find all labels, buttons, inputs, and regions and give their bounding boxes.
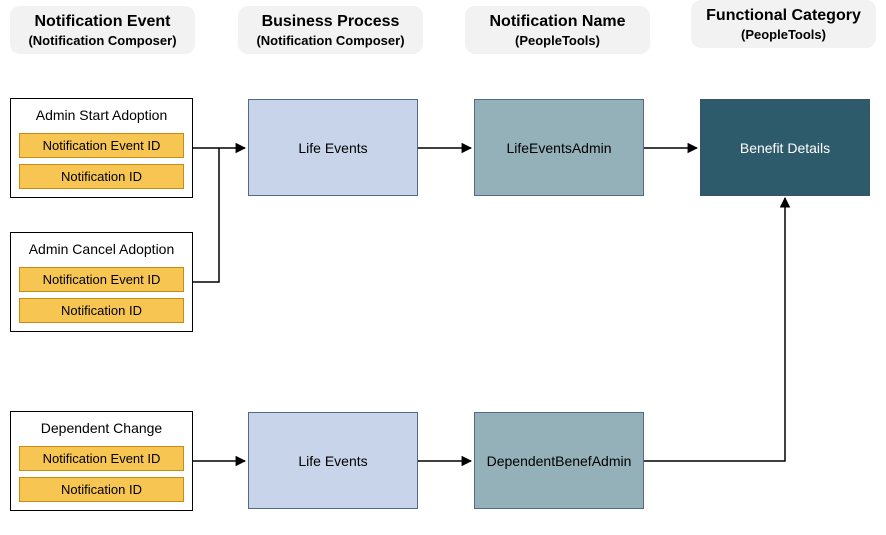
category-label: Benefit Details [740,140,830,156]
name-row2: DependentBenefAdmin [474,412,644,509]
header-event: Notification Event (Notification Compose… [10,6,195,54]
event-admin-cancel-eventid: Notification Event ID [19,267,184,292]
header-name: Notification Name (PeopleTools) [465,6,650,54]
name-row1: LifeEventsAdmin [474,99,644,196]
header-event-sub: (Notification Composer) [14,33,191,48]
event-admin-cancel-title: Admin Cancel Adoption [15,241,188,257]
event-dependent-eventid: Notification Event ID [19,446,184,471]
name-row1-label: LifeEventsAdmin [506,140,611,156]
header-category-sub: (PeopleTools) [695,27,872,42]
diagram-canvas: Notification Event (Notification Compose… [0,0,886,535]
event-admin-start-eventid: Notification Event ID [19,133,184,158]
event-admin-start: Admin Start Adoption Notification Event … [10,98,193,198]
category-block: Benefit Details [700,99,870,196]
header-process-sub: (Notification Composer) [242,33,419,48]
event-dependent-notifid: Notification ID [19,477,184,502]
header-process: Business Process (Notification Composer) [238,6,423,54]
event-dependent-title: Dependent Change [15,420,188,436]
event-dependent: Dependent Change Notification Event ID N… [10,411,193,511]
process-row2: Life Events [248,412,418,509]
header-event-title: Notification Event [14,12,191,31]
event-admin-cancel: Admin Cancel Adoption Notification Event… [10,232,193,332]
header-name-sub: (PeopleTools) [469,33,646,48]
header-category-title: Functional Category [695,6,872,25]
header-name-title: Notification Name [469,12,646,31]
header-category: Functional Category (PeopleTools) [691,0,876,48]
header-process-title: Business Process [242,12,419,31]
name-row2-label: DependentBenefAdmin [487,453,632,469]
process-row1-label: Life Events [298,140,367,156]
process-row1: Life Events [248,99,418,196]
process-row2-label: Life Events [298,453,367,469]
event-admin-start-title: Admin Start Adoption [15,107,188,123]
event-admin-start-notifid: Notification ID [19,164,184,189]
event-admin-cancel-notifid: Notification ID [19,298,184,323]
